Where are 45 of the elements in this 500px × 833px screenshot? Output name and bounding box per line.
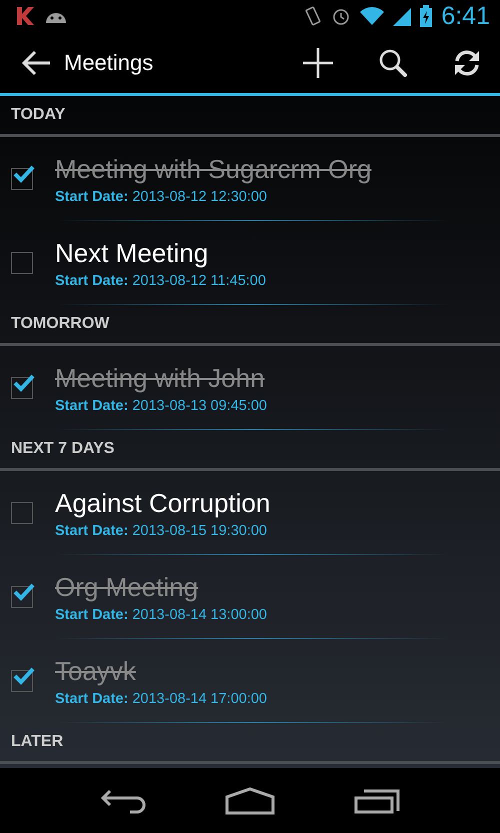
- meeting-row[interactable]: Meeting with John Start Date: 2013-08-13 09:45:00: [0, 346, 500, 430]
- home-icon[interactable]: [224, 786, 275, 814]
- section-header: TODAY: [11, 106, 66, 124]
- back-icon[interactable]: [100, 788, 146, 814]
- meeting-title: Toayvk: [55, 656, 137, 686]
- status-time: 6:41: [441, 2, 490, 30]
- start-date: Start Date: 2013-08-15 19:30:00: [55, 522, 268, 538]
- meeting-title: Meeting with John: [55, 362, 266, 394]
- meeting-title: Meeting with Sugarcrm Org: [55, 154, 372, 184]
- start-date: Start Date: 2013-08-13 09:45:00: [55, 398, 267, 414]
- meeting-row[interactable]: Toayvk Start Date: 2013-08-14 17:00:00: [0, 639, 500, 723]
- check-icon: [13, 165, 35, 183]
- vibrate-icon: [303, 5, 324, 27]
- start-date: Start Date: 2013-08-14 13:00:00: [55, 606, 267, 622]
- battery-icon: [419, 5, 434, 27]
- check-icon: [13, 583, 35, 601]
- meeting-title: Next Meeting: [55, 238, 210, 268]
- signal-icon: [393, 6, 412, 26]
- checkbox[interactable]: [11, 670, 33, 692]
- add-icon[interactable]: [302, 46, 334, 78]
- recent-apps-icon[interactable]: [354, 788, 400, 814]
- refresh-icon[interactable]: [452, 48, 482, 78]
- checkbox[interactable]: [11, 586, 33, 608]
- start-date: Start Date: 2013-08-14 17:00:00: [55, 690, 267, 706]
- meeting-title: Against Corruption: [55, 488, 270, 518]
- meeting-row[interactable]: Meeting with Sugarcrm Org Start Date: 2013-08-12 12:30:00: [0, 137, 500, 221]
- meeting-title: Org Meeting: [55, 572, 200, 602]
- wifi-icon: [359, 6, 386, 26]
- check-icon: [13, 374, 35, 392]
- screen-title: Meetings: [64, 50, 154, 76]
- meeting-row[interactable]: Org Meeting Start Date: 2013-08-14 13:00:00: [0, 555, 500, 639]
- meeting-row[interactable]: Against Corruption Start Date: 2013-08-15 19:30:00: [0, 471, 500, 555]
- checkbox[interactable]: [11, 252, 33, 274]
- meeting-row[interactable]: Next Meeting Start Date: 2013-08-12 11:45:00: [0, 221, 500, 305]
- section-header: LATER: [11, 733, 64, 751]
- check-icon: [13, 667, 35, 685]
- back-arrow-icon[interactable]: [20, 48, 52, 76]
- search-icon[interactable]: [378, 48, 408, 78]
- checkbox[interactable]: [11, 502, 33, 524]
- section-header: TOMORROW: [11, 315, 110, 333]
- checkbox[interactable]: [11, 168, 33, 190]
- start-date: Start Date: 2013-08-12 11:45:00: [55, 272, 266, 288]
- checkbox[interactable]: [11, 377, 33, 399]
- start-date: Start Date: 2013-08-12 12:30:00: [55, 188, 268, 204]
- section-header: NEXT 7 DAYS: [11, 440, 114, 458]
